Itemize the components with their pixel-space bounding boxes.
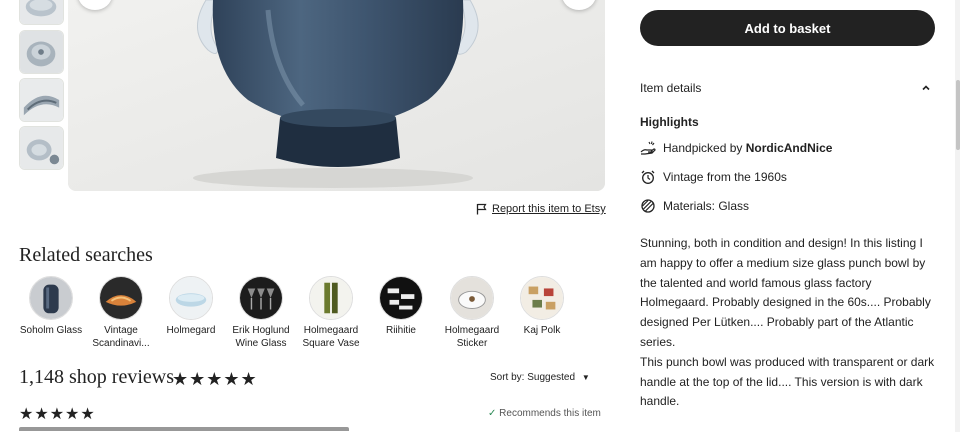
related-search-label: Erik Hoglund Wine Glass xyxy=(232,325,290,349)
related-search-image xyxy=(99,276,143,320)
main-product-image[interactable] xyxy=(68,0,605,191)
related-search-holmegard[interactable]: Holmegard xyxy=(151,276,231,337)
related-search-label: Holmegaard Square Vase xyxy=(302,325,360,349)
related-search-image xyxy=(520,276,564,320)
related-search-soholm-glass[interactable]: Soholm Glass xyxy=(11,276,91,337)
recommends-badge: ✓ Recommends this item xyxy=(488,408,601,419)
sort-reviews-dropdown[interactable]: Sort by: Suggested ▼ xyxy=(490,372,590,383)
flag-icon xyxy=(476,203,487,215)
review-rating-stars: ★★★★★ xyxy=(19,406,96,423)
recommends-label: Recommends this item xyxy=(499,408,601,419)
thumbnail-1[interactable] xyxy=(19,0,64,25)
description-paragraph-2: This punch bowl was produced with transp… xyxy=(640,354,935,409)
highlights-title: Highlights xyxy=(640,115,699,129)
related-search-label: Holmegard xyxy=(166,325,216,336)
handpicked-prefix: Handpicked by xyxy=(663,141,743,155)
related-search-label: Vintage Scandinavi... xyxy=(92,325,150,349)
related-search-image xyxy=(239,276,283,320)
related-search-image xyxy=(29,276,73,320)
highlight-vintage: Vintage from the 1960s xyxy=(640,169,787,185)
related-search-holmegaard-square-vase[interactable]: Holmegaard Square Vase xyxy=(291,276,371,350)
check-icon: ✓ xyxy=(488,408,497,419)
related-search-image xyxy=(309,276,353,320)
review-text-clipped xyxy=(19,427,349,432)
sort-reviews-label: Sort by: Suggested xyxy=(490,372,576,383)
related-search-kaj-polk[interactable]: Kaj Polk xyxy=(502,276,582,337)
description-paragraph-1: Stunning, both in condition and design! … xyxy=(640,236,931,349)
materials-label: Materials: Glass xyxy=(663,199,750,213)
item-details-toggle[interactable]: Item details xyxy=(640,81,935,95)
materials-icon xyxy=(641,199,655,213)
thumbnail-4[interactable] xyxy=(19,126,64,170)
item-details-title: Item details xyxy=(640,81,702,95)
highlight-handpicked: Handpicked by NordicAndNice xyxy=(640,140,832,156)
thumbnail-2[interactable] xyxy=(19,30,64,74)
highlight-materials: Materials: Glass xyxy=(640,198,749,214)
related-search-label: Soholm Glass xyxy=(19,325,83,336)
add-to-basket-button[interactable]: Add to basket xyxy=(640,10,935,46)
related-searches-title: Related searches xyxy=(19,244,153,266)
report-item-label: Report this item to Etsy xyxy=(492,203,606,215)
shop-reviews-title: 1,148 shop reviews xyxy=(19,366,174,388)
related-search-vintage-scandinavian[interactable]: Vintage Scandinavi... xyxy=(81,276,161,350)
related-search-image xyxy=(169,276,213,320)
related-search-holmegaard-sticker[interactable]: Holmegaard Sticker xyxy=(432,276,512,350)
page-scrollbar-track[interactable] xyxy=(955,0,960,432)
related-search-label: Holmegaard Sticker xyxy=(444,325,500,349)
alarm-clock-icon xyxy=(641,170,655,184)
related-search-image xyxy=(450,276,494,320)
caret-down-icon: ▼ xyxy=(581,373,590,382)
page-scrollbar-thumb[interactable] xyxy=(956,80,960,150)
related-search-riihitie[interactable]: Riihitie xyxy=(361,276,441,337)
related-search-erik-hoglund-wine-glass[interactable]: Erik Hoglund Wine Glass xyxy=(221,276,301,350)
report-item-link[interactable]: Report this item to Etsy xyxy=(476,203,606,215)
thumbnail-3[interactable] xyxy=(19,78,64,122)
related-search-label: Kaj Polk xyxy=(523,325,561,336)
related-search-label: Riihitie xyxy=(385,325,416,336)
shop-rating-stars: ★★★★★ xyxy=(172,369,258,389)
hand-icon xyxy=(640,141,656,155)
related-search-image xyxy=(379,276,423,320)
item-description: Stunning, both in condition and design! … xyxy=(640,234,940,412)
vintage-label: Vintage from the 1960s xyxy=(663,170,787,184)
chevron-up-icon xyxy=(922,85,930,91)
shop-name-link[interactable]: NordicAndNice xyxy=(746,141,833,155)
